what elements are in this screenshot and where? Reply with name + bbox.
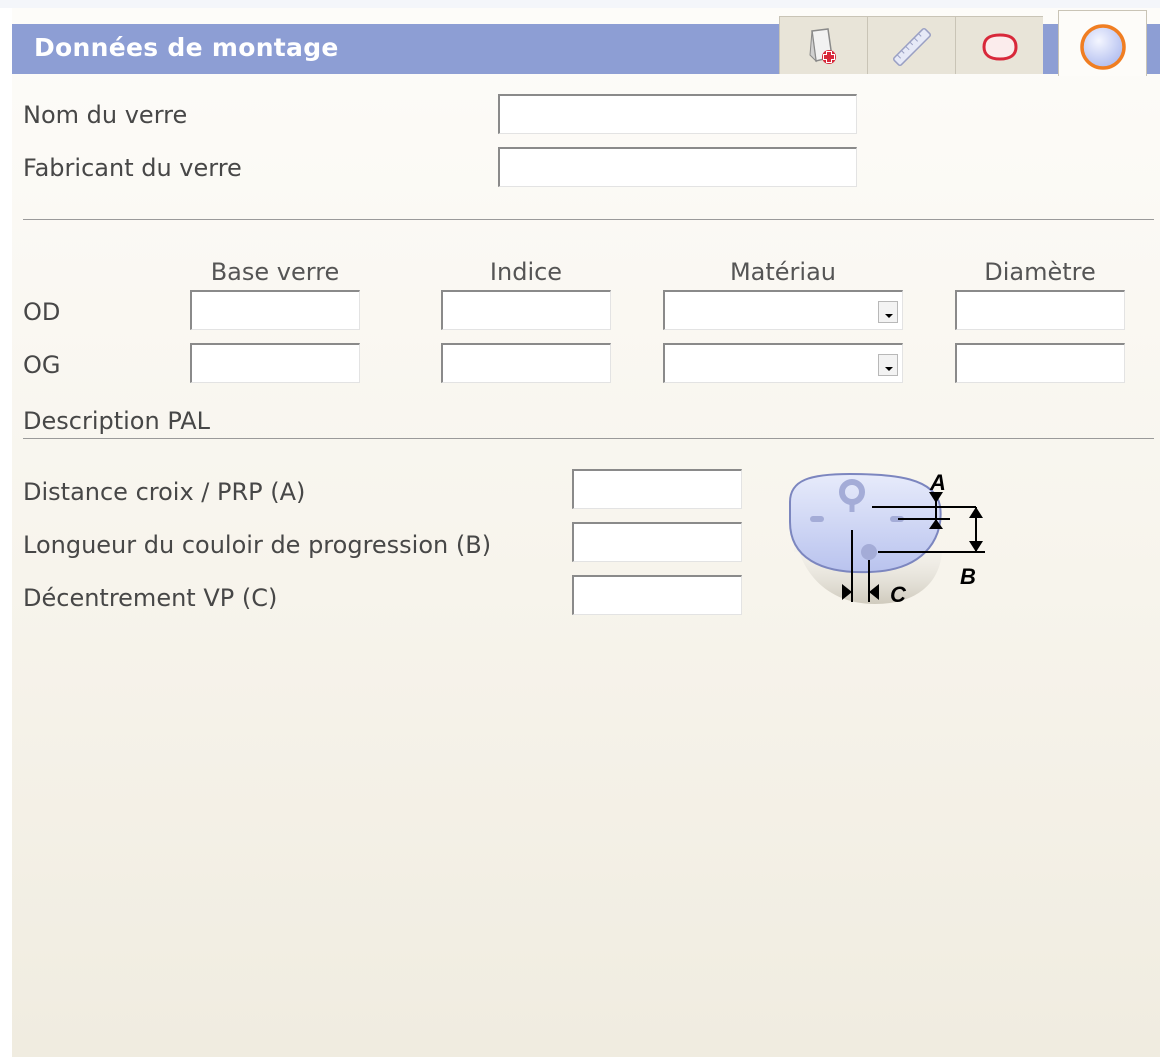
section-divider (23, 219, 1154, 220)
lens-manufacturer-label: Fabricant du verre (23, 154, 242, 182)
column-header-material: Matériau (729, 258, 837, 286)
chevron-down-icon[interactable] (878, 301, 898, 323)
og-base-input[interactable] (190, 343, 360, 383)
lens-name-label: Nom du verre (23, 101, 188, 129)
og-material-select[interactable] (663, 343, 903, 383)
pal-cross-distance-input[interactable] (572, 469, 742, 509)
od-index-input[interactable] (441, 290, 611, 330)
pal-corridor-length-label: Longueur du couloir de progression (B) (23, 531, 492, 559)
pal-lens-diagram: A B C (789, 470, 985, 607)
tab-lens-shape[interactable] (955, 16, 1043, 74)
lens-shape-icon (982, 33, 1018, 61)
window-top-strip (0, 0, 1160, 8)
diagram-label-b: B (960, 564, 976, 589)
diagram-label-a: A (929, 470, 946, 495)
diagram-label-c: C (890, 582, 907, 607)
tab-lens[interactable] (1058, 10, 1147, 76)
tab-ruler[interactable] (867, 16, 955, 74)
column-header-indice: Indice (489, 258, 563, 286)
od-diameter-input[interactable] (955, 290, 1125, 330)
lens-name-input[interactable] (498, 94, 857, 134)
column-header-diameter: Diamètre (984, 258, 1096, 286)
tab-frame-add[interactable] (779, 16, 867, 74)
pal-near-decentration-label: Décentrement VP (C) (23, 584, 278, 612)
pal-section-title: Description PAL (23, 407, 211, 435)
pal-cross-distance-label: Distance croix / PRP (A) (23, 478, 306, 506)
od-base-input[interactable] (190, 290, 360, 330)
lens-icon (1080, 24, 1126, 70)
pal-divider (23, 438, 1154, 439)
og-index-input[interactable] (441, 343, 611, 383)
column-header-base: Base verre (210, 258, 340, 286)
row-label-od: OD (23, 298, 61, 326)
chevron-down-icon[interactable] (878, 354, 898, 376)
page-title: Données de montage (34, 33, 339, 62)
og-diameter-input[interactable] (955, 343, 1125, 383)
row-label-og: OG (23, 351, 61, 379)
frame-add-icon (809, 28, 836, 64)
pal-corridor-length-input[interactable] (572, 522, 742, 562)
od-material-select[interactable] (663, 290, 903, 330)
pal-near-decentration-input[interactable] (572, 575, 742, 615)
lens-manufacturer-input[interactable] (498, 147, 857, 187)
ruler-icon (892, 27, 932, 67)
